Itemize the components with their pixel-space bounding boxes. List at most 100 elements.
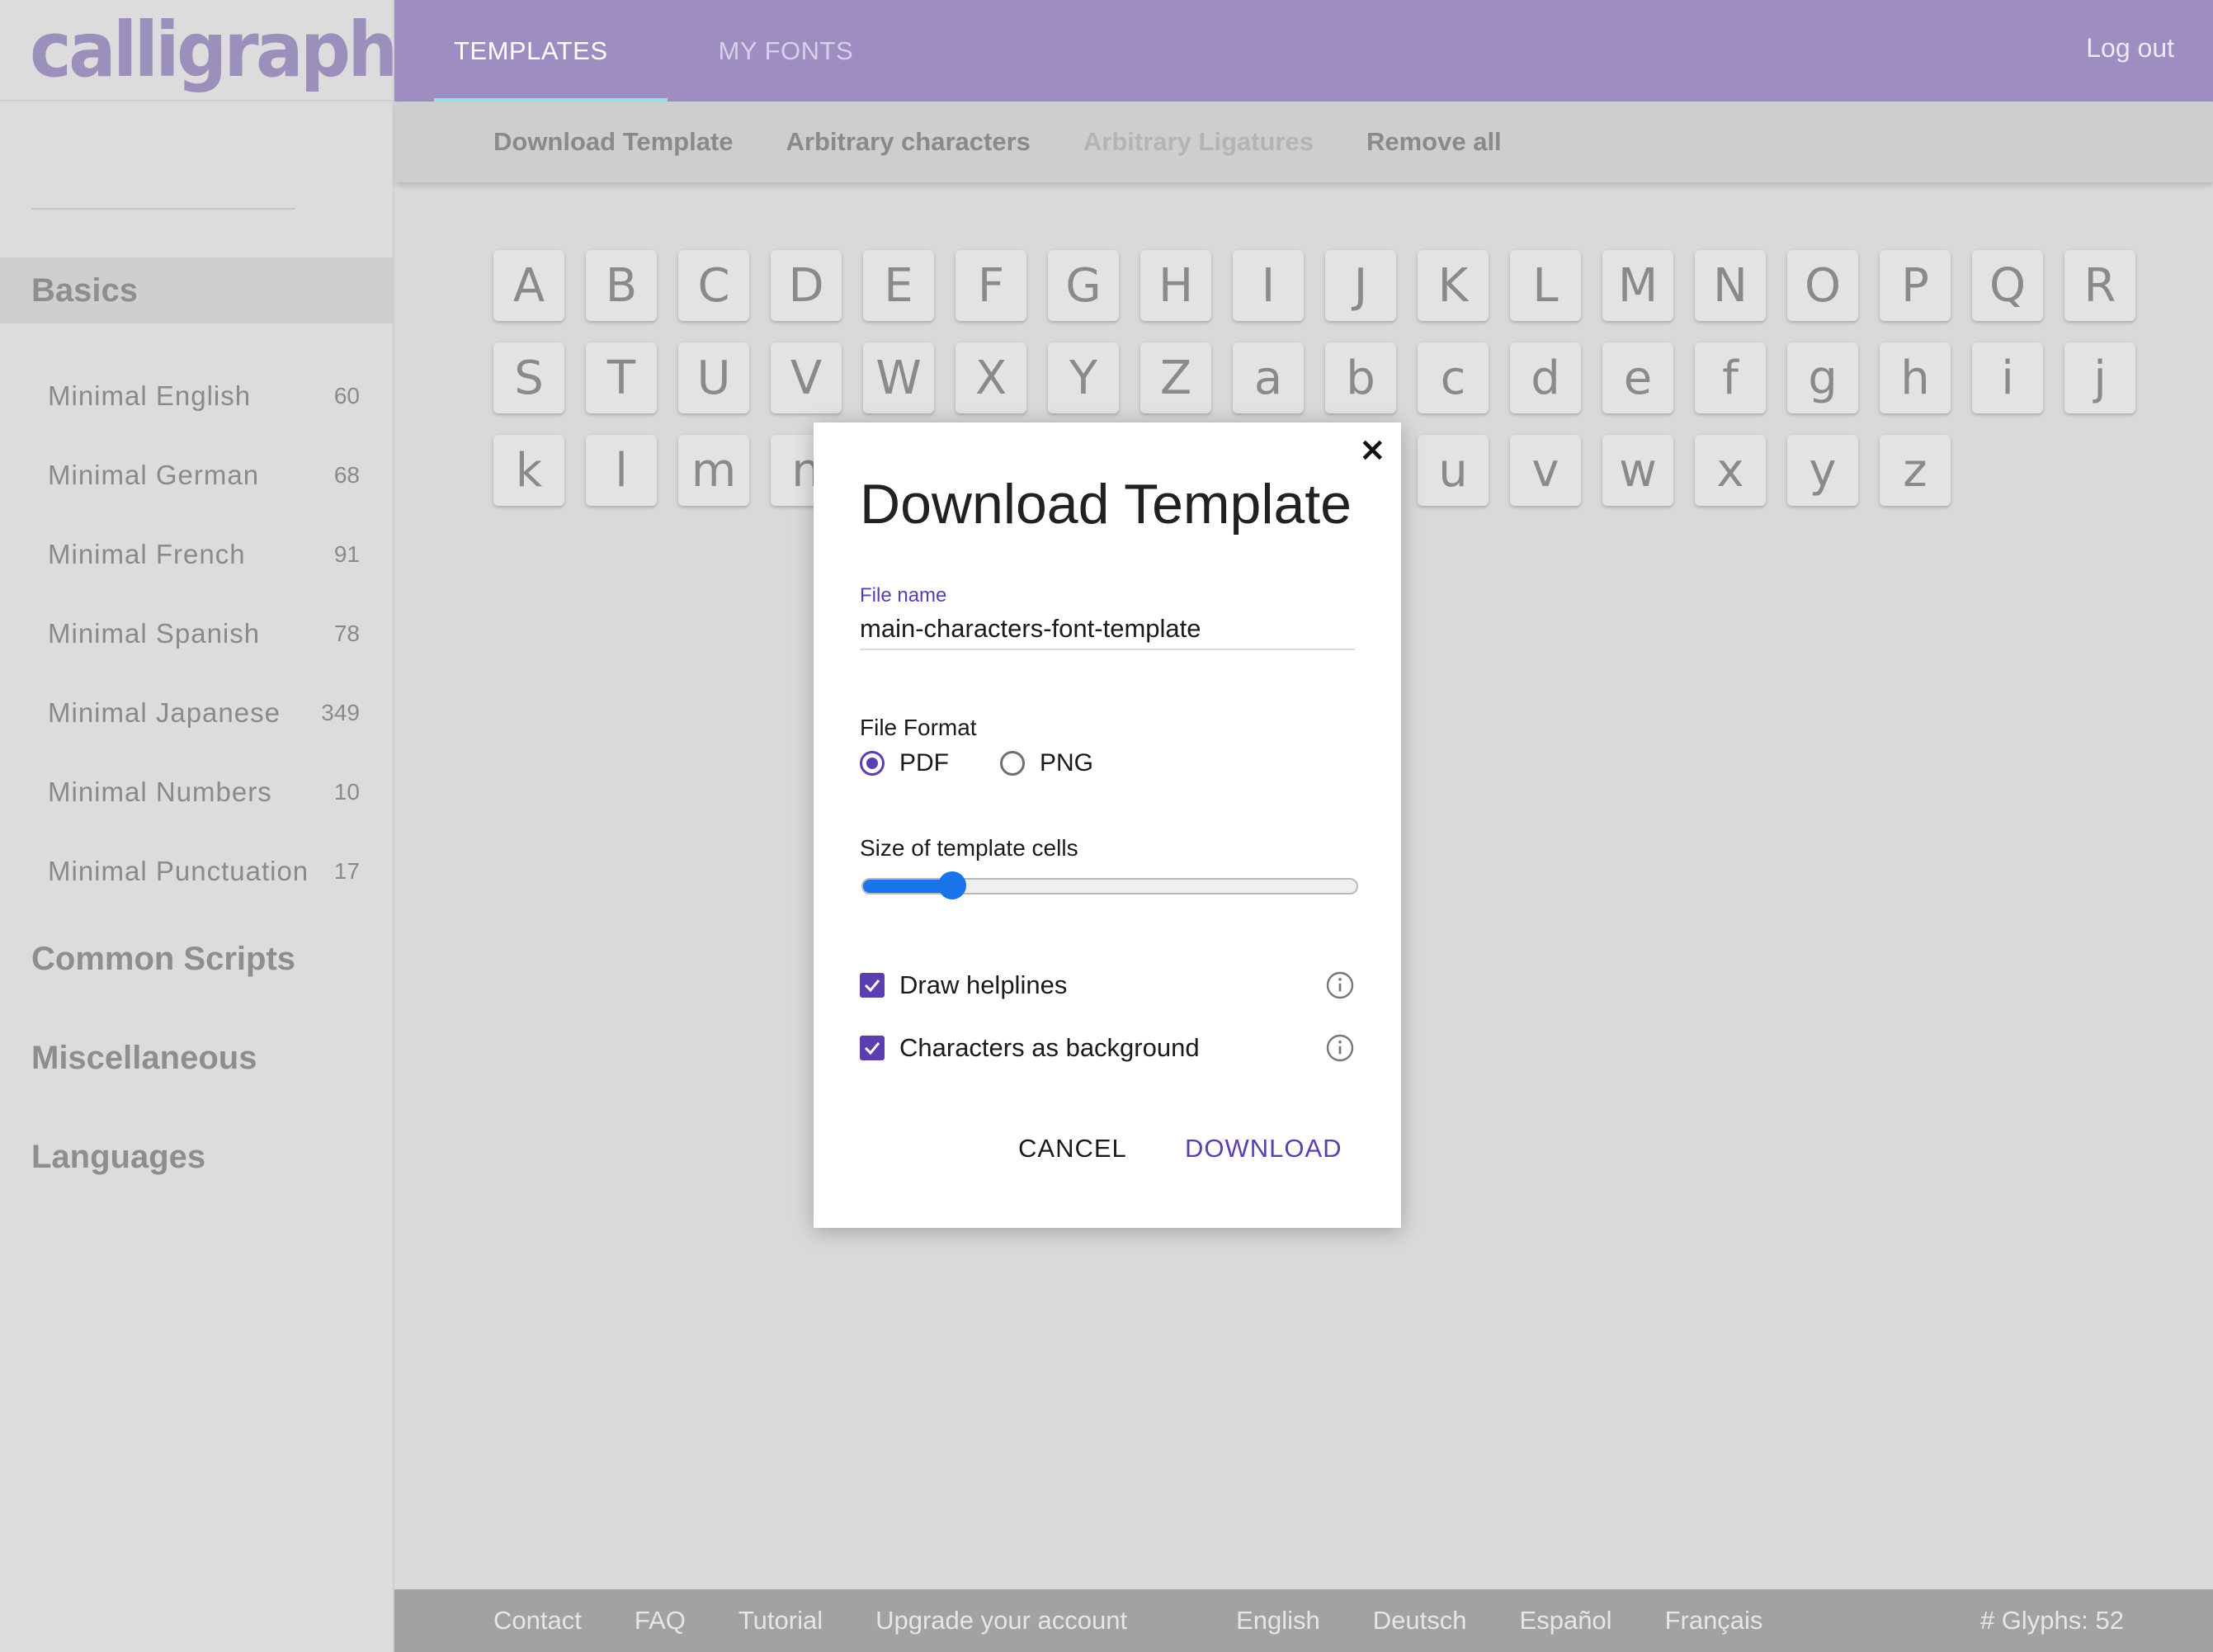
glyph-cell-c[interactable]: c	[1418, 342, 1489, 413]
glyph-cell-j[interactable]: j	[2064, 342, 2135, 413]
glyph-cell-J[interactable]: J	[1325, 250, 1396, 321]
glyph-cell-a[interactable]: a	[1233, 342, 1304, 413]
sidebar-section-common-scripts[interactable]: Common Scripts	[31, 941, 295, 978]
characters-background-option: Characters as background	[860, 1033, 1355, 1063]
sidebar-item-label: Minimal Numbers	[48, 776, 272, 807]
glyph-cell-K[interactable]: K	[1418, 250, 1489, 321]
close-icon[interactable]: ×	[1358, 431, 1386, 469]
characters-background-label[interactable]: Characters as background	[899, 1033, 1325, 1063]
glyph-cell-H[interactable]: H	[1140, 250, 1211, 321]
radio-png[interactable]	[1000, 751, 1025, 776]
sidebar-item-count: 91	[333, 541, 360, 567]
glyph-cell-W[interactable]: W	[863, 342, 934, 413]
calligraphr-logo[interactable]: calligraphr	[30, 6, 430, 94]
slider-thumb[interactable]	[937, 871, 966, 899]
sidebar-item-minimal-spanish[interactable]: Minimal Spanish 78	[0, 594, 394, 673]
sidebar-item-minimal-japanese[interactable]: Minimal Japanese 349	[0, 673, 394, 753]
info-icon[interactable]	[1325, 1033, 1355, 1063]
glyph-cell-X[interactable]: X	[956, 342, 1026, 413]
footer-lang-deutsch[interactable]: Deutsch	[1373, 1606, 1467, 1635]
glyph-cell-L[interactable]: L	[1510, 250, 1581, 321]
sidebar-item-minimal-punctuation[interactable]: Minimal Punctuation 17	[0, 832, 394, 911]
sidebar-item-label: Minimal French	[48, 539, 246, 569]
glyph-cell-f[interactable]: f	[1695, 342, 1766, 413]
sidebar-section-languages[interactable]: Languages	[31, 1139, 205, 1176]
dialog-title: Download Template	[860, 473, 1352, 536]
download-button[interactable]: DOWNLOAD	[1185, 1134, 1342, 1163]
footer-lang-english[interactable]: English	[1236, 1606, 1320, 1635]
radio-pdf[interactable]	[860, 751, 885, 776]
sidebar-item-minimal-french[interactable]: Minimal French 91	[0, 515, 394, 594]
glyph-cell-E[interactable]: E	[863, 250, 934, 321]
glyph-cell-B[interactable]: B	[586, 250, 657, 321]
cell-size-slider[interactable]	[861, 871, 1358, 899]
footer-lang-espanol[interactable]: Español	[1520, 1606, 1612, 1635]
glyph-cell-P[interactable]: P	[1880, 250, 1951, 321]
glyph-cell-N[interactable]: N	[1695, 250, 1766, 321]
glyph-cell-I[interactable]: I	[1233, 250, 1304, 321]
glyph-cell-O[interactable]: O	[1787, 250, 1858, 321]
sidebar-item-count: 349	[321, 700, 360, 725]
download-template-button[interactable]: Download Template	[493, 127, 734, 157]
glyph-cell-T[interactable]: T	[586, 342, 657, 413]
tab-templates[interactable]: TEMPLATES	[394, 0, 668, 101]
sidebar-section-miscellaneous[interactable]: Miscellaneous	[31, 1040, 257, 1077]
glyph-cell-v[interactable]: v	[1510, 435, 1581, 506]
sidebar: calligraphr Basics Minimal English 60 Mi…	[0, 0, 430, 1652]
radio-png-label[interactable]: PNG	[1040, 749, 1093, 777]
glyph-cell-w[interactable]: w	[1602, 435, 1673, 506]
logout-link[interactable]: Log out	[2086, 33, 2174, 64]
glyph-cell-x[interactable]: x	[1695, 435, 1766, 506]
glyph-cell-e[interactable]: e	[1602, 342, 1673, 413]
glyph-cell-u[interactable]: u	[1418, 435, 1489, 506]
footer-faq-link[interactable]: FAQ	[635, 1606, 686, 1635]
remove-all-button[interactable]: Remove all	[1366, 127, 1502, 157]
glyph-cell-Z[interactable]: Z	[1140, 342, 1211, 413]
footer-tutorial-link[interactable]: Tutorial	[738, 1606, 823, 1635]
glyph-cell-G[interactable]: G	[1048, 250, 1119, 321]
glyph-cell-g[interactable]: g	[1787, 342, 1858, 413]
glyph-cell-V[interactable]: V	[771, 342, 842, 413]
glyph-cell-y[interactable]: y	[1787, 435, 1858, 506]
glyph-cell-U[interactable]: U	[678, 342, 749, 413]
logo-area[interactable]: calligraphr	[0, 0, 430, 101]
file-name-input[interactable]	[860, 609, 1355, 650]
footer-lang-francais[interactable]: Français	[1665, 1606, 1763, 1635]
search-input[interactable]	[41, 164, 360, 205]
glyph-cell-A[interactable]: A	[493, 250, 564, 321]
glyph-cell-Y[interactable]: Y	[1048, 342, 1119, 413]
glyph-cell-D[interactable]: D	[771, 250, 842, 321]
glyph-cell-h[interactable]: h	[1880, 342, 1951, 413]
footer-contact-link[interactable]: Contact	[493, 1606, 582, 1635]
glyph-cell-i[interactable]: i	[1972, 342, 2043, 413]
file-format-group: PDF PNG	[860, 749, 1144, 777]
arbitrary-ligatures-button[interactable]: Arbitrary Ligatures	[1083, 127, 1314, 157]
glyph-cell-b[interactable]: b	[1325, 342, 1396, 413]
characters-background-checkbox[interactable]	[860, 1036, 885, 1060]
cancel-button[interactable]: CANCEL	[1018, 1134, 1127, 1163]
draw-helplines-checkbox[interactable]	[860, 973, 885, 998]
glyph-cell-S[interactable]: S	[493, 342, 564, 413]
glyph-cell-F[interactable]: F	[956, 250, 1026, 321]
footer-upgrade-link[interactable]: Upgrade your account	[875, 1606, 1127, 1635]
tab-label: TEMPLATES	[454, 35, 608, 65]
glyph-cell-z[interactable]: z	[1880, 435, 1951, 506]
sidebar-item-count: 10	[333, 779, 360, 805]
glyph-cell-C[interactable]: C	[678, 250, 749, 321]
sidebar-item-minimal-english[interactable]: Minimal English 60	[0, 356, 394, 436]
sidebar-section-basics[interactable]: Basics	[0, 257, 394, 323]
glyph-cell-M[interactable]: M	[1602, 250, 1673, 321]
sidebar-item-minimal-numbers[interactable]: Minimal Numbers 10	[0, 753, 394, 832]
glyph-cell-m[interactable]: m	[678, 435, 749, 506]
sidebar-item-minimal-german[interactable]: Minimal German 68	[0, 436, 394, 515]
glyph-cell-R[interactable]: R	[2064, 250, 2135, 321]
glyph-cell-Q[interactable]: Q	[1972, 250, 2043, 321]
draw-helplines-label[interactable]: Draw helplines	[899, 970, 1325, 1000]
glyph-cell-d[interactable]: d	[1510, 342, 1581, 413]
tab-my-fonts[interactable]: MY FONTS	[668, 0, 905, 101]
glyph-cell-k[interactable]: k	[493, 435, 564, 506]
radio-pdf-label[interactable]: PDF	[899, 749, 949, 777]
arbitrary-characters-button[interactable]: Arbitrary characters	[786, 127, 1031, 157]
glyph-cell-l[interactable]: l	[586, 435, 657, 506]
info-icon[interactable]	[1325, 970, 1355, 1000]
